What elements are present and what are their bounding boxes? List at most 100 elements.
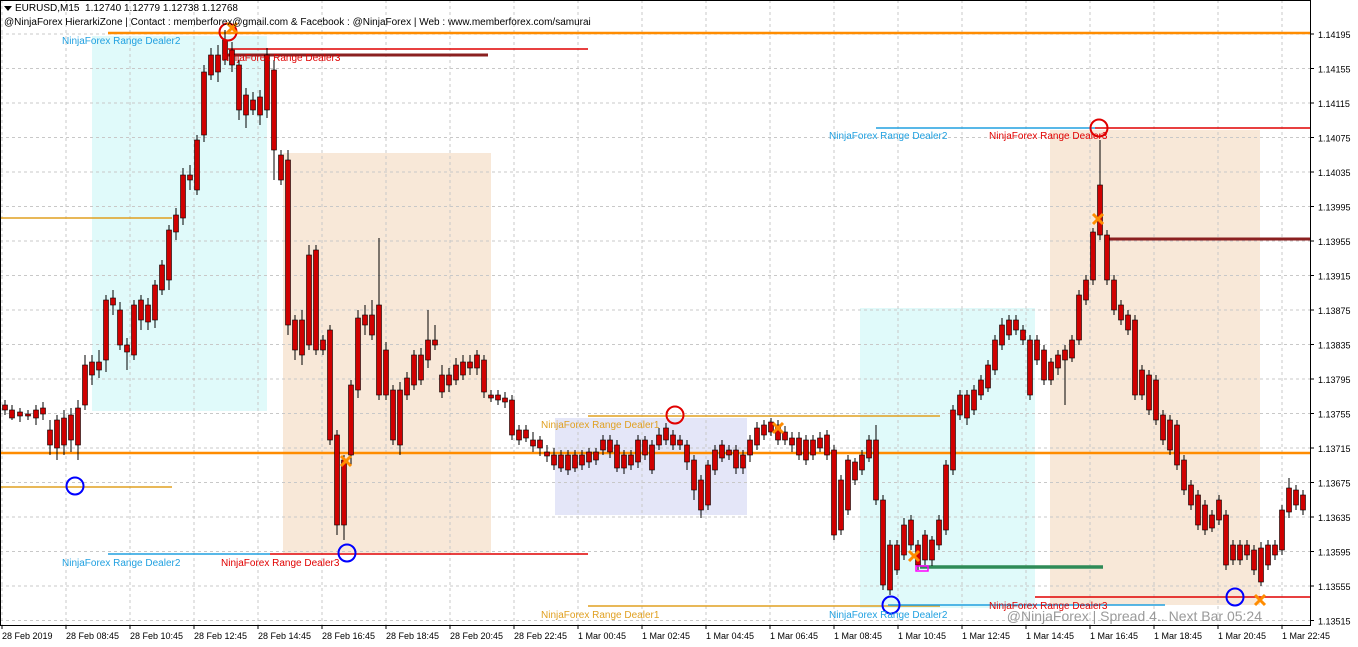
circle-marker-left <box>65 476 85 496</box>
chart-menu-icon[interactable] <box>4 5 12 11</box>
candle-body <box>1167 419 1173 451</box>
spread-info: @NinjaForex | Spread 4.. Next Bar 05:24 <box>1006 608 1262 624</box>
candle-body <box>1223 514 1229 566</box>
candle <box>1160 410 1166 445</box>
candle-body <box>17 411 23 417</box>
candle-body <box>859 454 865 471</box>
candle-body <box>404 377 410 396</box>
candle-body <box>1258 547 1264 583</box>
candle-body <box>866 439 872 459</box>
price-chart[interactable]: NinjaForex Range Dealer2 NinjaForex Range… <box>0 0 1358 647</box>
candle-body <box>1279 509 1285 551</box>
candle-body <box>439 374 445 393</box>
candle <box>1300 490 1306 515</box>
candle <box>761 420 767 440</box>
candle-body <box>733 449 739 469</box>
candle-body <box>348 384 354 456</box>
candle <box>33 405 39 425</box>
candle-body <box>117 309 123 346</box>
indicator-info: @NinjaForex HierarkiZone | Contact : mem… <box>4 17 591 28</box>
price-label: 1.13635 <box>1318 513 1351 523</box>
candle-body <box>628 454 634 466</box>
zone-cyan-2 <box>860 308 1035 608</box>
candle <box>166 225 172 290</box>
time-label: 1 Mar 16:45 <box>1090 631 1138 641</box>
candle-body <box>852 461 858 481</box>
time-label: 28 Feb 14:45 <box>258 631 311 641</box>
candle <box>1258 542 1264 586</box>
time-label: 1 Mar 08:45 <box>834 631 882 641</box>
price-label: 1.13555 <box>1318 582 1351 592</box>
time-label: 1 Mar 06:45 <box>770 631 818 641</box>
candle-body <box>1139 369 1145 396</box>
candle <box>1279 505 1285 555</box>
price-label: 1.14035 <box>1318 168 1351 178</box>
candle <box>838 475 844 535</box>
candle-body <box>964 394 970 419</box>
level-label-d3_bottom_left: NinjaForex Range Dealer3 <box>221 558 340 569</box>
candle-body <box>684 444 690 463</box>
candle-body <box>306 254 312 346</box>
candle-body <box>145 304 151 323</box>
symbol-label: EURUSD,M15 <box>15 3 80 14</box>
candle <box>523 425 529 442</box>
level-label-d3_top_left: NinjaForex Range Dealer3 <box>222 53 341 64</box>
level-label-d2_bottom_mid: NinjaForex Range Dealer2 <box>829 610 948 621</box>
candle-body <box>1104 234 1110 281</box>
candle <box>614 440 620 472</box>
candle-body <box>1195 494 1201 526</box>
candle <box>887 540 893 595</box>
candle-body <box>243 94 249 116</box>
candle <box>1272 540 1278 560</box>
candle <box>754 422 760 450</box>
price-label: 1.13675 <box>1318 479 1351 489</box>
candle-body <box>1300 494 1306 511</box>
level-label-d2_bottom_left: NinjaForex Range Dealer2 <box>62 558 181 569</box>
candle <box>1265 540 1271 570</box>
candle-body <box>1069 339 1075 359</box>
candle-body <box>215 54 221 73</box>
candle-body <box>397 389 403 446</box>
candle-body <box>558 454 564 469</box>
candle-body <box>838 479 844 531</box>
price-label: 1.13515 <box>1318 617 1351 627</box>
candle-body <box>551 454 557 466</box>
candle <box>817 432 823 452</box>
chart-window[interactable]: NinjaForex Range Dealer2 NinjaForex Range… <box>0 0 1358 647</box>
candle-body <box>1062 349 1068 361</box>
candle-body <box>705 464 711 506</box>
candle-body <box>362 314 368 326</box>
candle-body <box>1076 294 1082 341</box>
ohlc-values: 1.12740 1.12779 1.12738 1.12768 <box>85 3 238 14</box>
candle-body <box>572 454 578 469</box>
candle-body <box>530 439 536 447</box>
candle-body <box>54 419 60 449</box>
candle <box>40 402 46 420</box>
candle <box>1174 420 1180 470</box>
candle <box>383 342 389 400</box>
candle <box>516 425 522 445</box>
candle-body <box>1237 544 1243 561</box>
time-label: 28 Feb 12:45 <box>194 631 247 641</box>
price-label: 1.13715 <box>1318 444 1351 454</box>
candle-body <box>593 451 599 461</box>
time-label: 28 Feb 08:45 <box>66 631 119 641</box>
candle <box>1195 490 1201 530</box>
candle <box>775 420 781 445</box>
candle-body <box>1048 361 1054 381</box>
candle-body <box>635 439 641 463</box>
candle-body <box>159 264 165 291</box>
candle-body <box>313 249 319 351</box>
candle-body <box>180 174 186 219</box>
candle <box>943 460 949 535</box>
price-label: 1.14155 <box>1318 65 1351 75</box>
candle-body <box>523 429 529 439</box>
candle-body <box>138 299 144 321</box>
candle-body <box>1286 487 1292 513</box>
candle-body <box>754 427 760 446</box>
candle-body <box>761 424 767 436</box>
candle-body <box>817 437 823 449</box>
time-label: 28 Feb 22:45 <box>514 631 567 641</box>
candle-body <box>1265 544 1271 566</box>
candle-body <box>495 394 501 401</box>
